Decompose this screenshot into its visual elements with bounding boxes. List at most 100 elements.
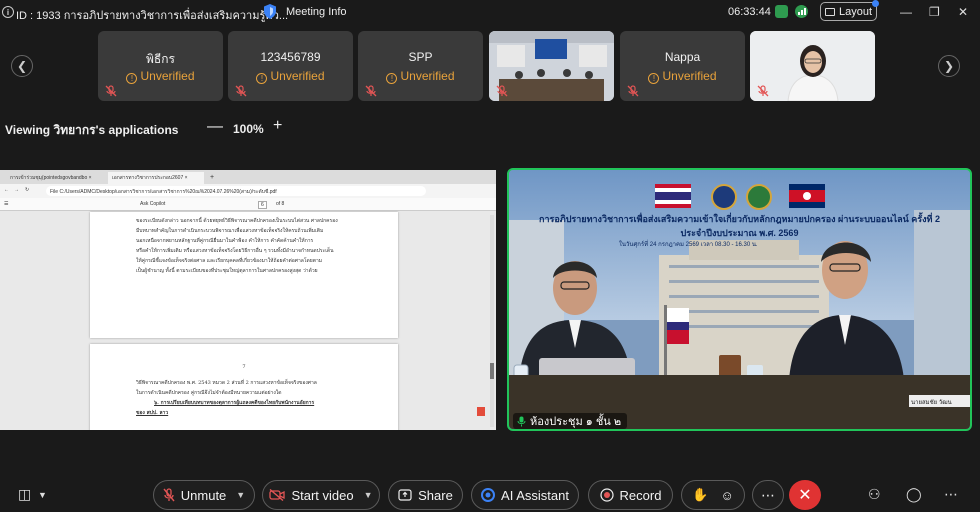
scrollbar[interactable] [490,215,494,427]
ai-assistant-label: AI Assistant [501,487,569,503]
new-tab-button[interactable]: + [206,172,218,184]
chevron-down-icon[interactable]: ▼ [364,490,373,500]
raise-hand-icon[interactable]: ✋ [692,487,708,503]
restore-icon[interactable]: ❐ [929,5,940,19]
room-label-text: ห้องประชุม ๑ ชั้น ๒ [530,416,622,428]
next-participants-button[interactable]: ❯ [938,55,960,77]
participant-tile[interactable]: พิธีกร ! Unverified [98,31,223,101]
participant-tile[interactable]: SPP ! Unverified [358,31,483,101]
reload-icon[interactable]: ↻ [25,187,29,193]
end-meeting-button[interactable]: ✕ [789,480,821,510]
minimize-icon[interactable]: — [900,5,912,19]
captions-icon[interactable]: ◫ [18,486,31,503]
participant-status: ! Unverified [620,69,745,84]
warning-icon: ! [648,73,660,84]
start-video-button[interactable]: Start video ▼ [262,480,380,510]
meeting-info-button[interactable]: Meeting Info [286,6,347,18]
grid-icon [824,7,835,16]
doc-line: หรือคำให้การเพิ่มเติม หรือแสวงหาข้อเท็จจ… [136,248,334,254]
unmute-button[interactable]: Unmute ▼ [153,480,255,510]
participant-tile[interactable]: Nappa ! Unverified [620,31,745,101]
address-bar: ← → ↻ File C:/Users/ADMC/Desktop/เอกสารว… [0,184,496,198]
page-number-input[interactable]: 6 [258,201,267,209]
back-icon[interactable]: ← [4,187,9,193]
zoom-out-button[interactable]: — [207,118,223,136]
participant-video-tile[interactable] [750,31,875,101]
ai-assistant-icon [481,488,496,502]
pdf-page: 7 วิธีพิจารณาคดีปกครอง พ.ศ. 2543 หมวด 2 … [90,344,398,430]
ask-copilot-button[interactable]: Ask Copilot [140,201,165,207]
reactions-group[interactable]: ✋ ☺ [681,480,745,510]
participant-tile[interactable]: 123456789 ! Unverified [228,31,353,101]
mic-off-icon [496,85,508,97]
emoji-icon[interactable]: ☺ [720,488,733,503]
participant-video-tile[interactable] [489,31,614,101]
mic-off-icon [235,85,247,97]
shared-screen[interactable]: การเข้าร่วมชุมุ(pointedsgovbandbo × เอกส… [0,170,496,430]
participant-status: ! Unverified [98,69,223,84]
info-icon[interactable]: i [2,6,14,18]
doc-line: นอกเหนือจากพยานหลักฐานที่คู่กรณียื่นมาใน… [136,238,314,244]
chat-icon[interactable]: ◯ [906,486,922,503]
zoom-in-button[interactable]: + [273,117,282,135]
more-icon: ⋯ [761,486,775,503]
layout-button[interactable]: Layout [820,0,879,21]
meeting-timer: 06:33:44 [728,6,771,18]
security-badge-icon [775,5,788,18]
warning-icon: ! [256,73,268,84]
url-field[interactable]: File C:/Users/ADMC/Desktop/เอกสารวิชาการ… [46,186,426,196]
doc-line: ในการดำเนินคดีปกครอง คู่กรณีจึงไม่จำต้อง… [136,390,282,396]
pdf-page: ของระเบียบดังกล่าว นอกจากนี้ ด้วยพยุทธ์ว… [90,212,398,338]
doc-line: ของระเบียบดังกล่าว นอกจากนี้ ด้วยพยุทธ์ว… [136,218,338,224]
more-icon[interactable]: ⋯ [944,486,958,503]
doc-line: เป็นผู้ชำนาญ ทั้งนี้ ตามระเบียบของที่ประ… [136,268,318,274]
participant-name: Nappa [664,50,701,64]
page-number: 7 [242,364,246,370]
active-speaker-video[interactable]: การอภิปรายทางวิชาการเพื่อส่งเสริมความเข้… [507,168,972,431]
prev-participants-button[interactable]: ❮ [11,55,33,77]
chevron-down-icon[interactable]: ▼ [38,490,47,500]
chevron-down-icon[interactable]: ▼ [236,490,245,500]
viewing-label: Viewing วิทยากร's applications [5,123,179,137]
zoom-level: 100% [233,122,264,136]
ai-assistant-button[interactable]: AI Assistant [471,480,579,510]
chevron-left-icon: ❮ [16,59,28,73]
mic-icon [517,416,526,426]
scroll-thumb[interactable] [490,363,494,379]
browser-tab-bar: การเข้าร่วมชุมุ(pointedsgovbandbo × เอกส… [0,170,496,184]
close-icon[interactable]: ✕ [958,5,968,19]
more-options-button[interactable]: ⋯ [752,480,784,510]
pdf-icon [477,407,485,416]
meeting-title: ID : 1933 การอภิปรายทางวิชาการเพื่อส่งเส… [16,10,289,22]
participants-icon[interactable]: ⚇ [868,486,881,503]
start-video-label: Start video [291,487,354,503]
nameplate: นายสมชัย วัฒน [909,395,970,407]
browser-tab-active[interactable]: เอกสารทางวิชาการประกอบ2607 × [108,172,204,184]
doc-line: วิธีพิจารณาคดีปกครอง พ.ศ. 2543 หมวด 2 ส่… [136,380,317,386]
record-label: Record [619,487,662,503]
mic-off-icon [757,85,769,97]
video-off-icon [269,489,286,501]
warning-icon: ! [386,73,398,84]
close-icon: ✕ [798,487,812,504]
shield-icon[interactable] [264,4,276,19]
section-heading: ของ สปป. ลาว [136,410,169,416]
warning-icon: ! [126,73,138,84]
participant-status: ! Unverified [358,69,483,84]
record-icon [599,488,614,502]
mic-off-icon [105,85,117,97]
menu-icon[interactable]: ☰ [4,201,8,207]
participant-status: ! Unverified [228,69,353,84]
unmute-label: Unmute [180,487,227,503]
pdf-toolbar: ☰ Ask Copilot 6 of 8 [0,198,496,211]
browser-tab[interactable]: การเข้าร่วมชุมุ(pointedsgovbandbo × [6,172,104,184]
share-button[interactable]: Share [388,480,463,510]
record-button[interactable]: Record [588,480,673,510]
forward-icon[interactable]: → [14,187,19,193]
doc-line: ให้คู่กรณีชี้แจงข้อเท็จจริงต่อศาล และเรี… [136,258,323,264]
connection-signal-icon[interactable] [795,5,808,18]
share-icon [398,489,412,501]
notification-dot [872,0,879,7]
participant-name: พิธีกร [146,52,175,66]
chevron-right-icon: ❯ [943,59,955,73]
